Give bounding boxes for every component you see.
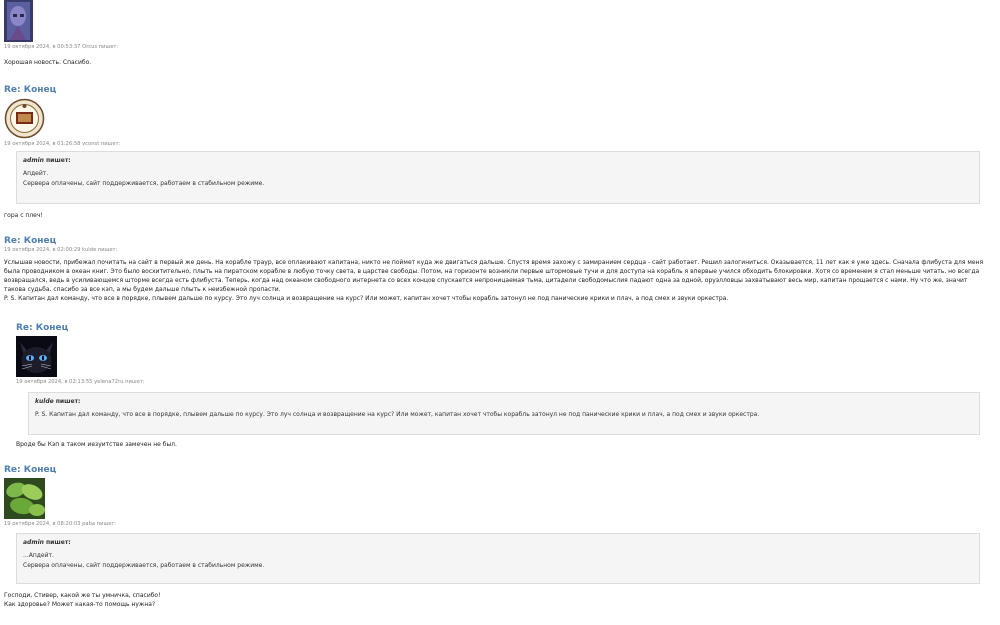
- post-meta: 19 октября 2024, в 01:26:58 vconst пишет…: [4, 141, 121, 147]
- forum-post: Re: Конец 19 октября 2024, в 02:00:29 ku…: [4, 236, 986, 303]
- quote-block: kulde пишет: P. S. Капитан дал команду, …: [28, 392, 980, 435]
- post-title[interactable]: Re: Конец: [16, 323, 986, 334]
- forum-post: Re: Конец 19 октября 2024, в 01:26:58 vc…: [4, 85, 986, 148]
- post-line: Господи, Стивер, какой же ты умничка, сп…: [4, 592, 161, 599]
- quote-author: kulde пишет:: [35, 398, 81, 405]
- forum-post: 19 октября 2024, в 00:53:37 Orcus пишет:…: [4, 0, 986, 67]
- post-title[interactable]: Re: Конец: [4, 85, 986, 96]
- avatar-yelena72ru[interactable]: [16, 336, 57, 377]
- post-title[interactable]: Re: Конец: [4, 236, 986, 247]
- post-text: Вроде бы Кэп в таком иезуитстве замечен …: [16, 441, 177, 448]
- quote-author: admin пишет:: [23, 539, 71, 546]
- post-meta: 19 октября 2024, в 00:53:37 Orcus пишет:: [4, 44, 119, 50]
- post-text: Хорошая новость. Спасибо.: [4, 59, 92, 66]
- forum-post: Re: Конец 19 октября 2024, в 08:20:03 pa…: [4, 465, 986, 528]
- post-text-ps: P. S. Капитан дал команду, что все в пор…: [4, 295, 729, 302]
- quote-block: admin пишет: Апдейт. Сервера оплачены, с…: [16, 151, 980, 204]
- avatar-vconst[interactable]: [4, 98, 45, 139]
- forum-post: Re: Конец 19 октября 2024, в 02:13:55 ye…: [16, 323, 986, 386]
- quote-body: P. S. Капитан дал команду, что все в пор…: [35, 411, 760, 418]
- avatar-paba[interactable]: [4, 478, 45, 519]
- quote-author: admin пишет:: [23, 157, 71, 164]
- post-text: Господи, Стивер, какой же ты умничка, сп…: [4, 591, 161, 609]
- quote-body: Апдейт. Сервера оплачены, сайт поддержив…: [23, 170, 265, 187]
- quote-block: admin пишет: ...Апдейт. Сервера оплачены…: [16, 533, 980, 584]
- avatar-orcus[interactable]: [4, 0, 33, 42]
- quote-body: ...Апдейт. Сервера оплачены, сайт поддер…: [23, 552, 265, 569]
- post-text: гора с плеч!: [4, 212, 43, 219]
- post-line: Как здоровье? Может какая-то помощь нужн…: [4, 601, 156, 608]
- post-meta: 19 октября 2024, в 02:00:29 kulde пишет:: [4, 247, 118, 253]
- forum-thread: 19 октября 2024, в 00:53:37 Orcus пишет:…: [0, 0, 1000, 625]
- post-title[interactable]: Re: Конец: [4, 465, 986, 476]
- post-text: Услышав новости, прибежал почитать на са…: [4, 259, 984, 293]
- post-meta: 19 октября 2024, в 08:20:03 paba пишет:: [4, 521, 117, 527]
- post-meta: 19 октября 2024, в 02:13:55 yelena72ru п…: [16, 379, 145, 385]
